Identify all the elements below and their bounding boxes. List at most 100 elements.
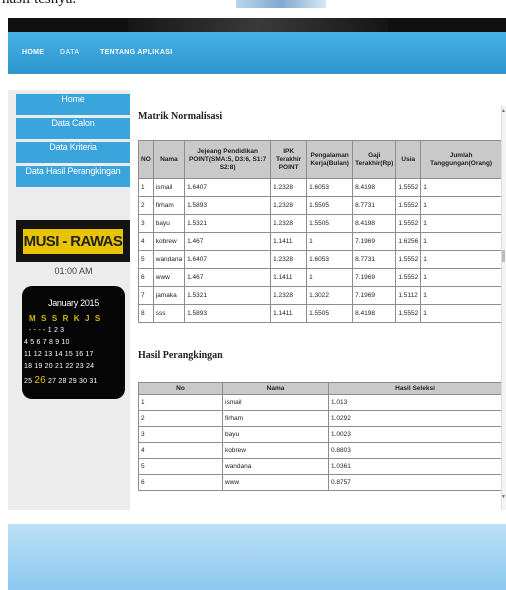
cell: 1.5112 <box>395 286 422 305</box>
nav-bar: HOME DATA TENTANG APLIKASI <box>8 32 506 74</box>
cell: 1 <box>420 304 502 323</box>
sidebar: Home Data Calon Data Kriteria Data Hasil… <box>8 90 131 510</box>
sidebar-menu: Home Data Calon Data Kriteria Data Hasil… <box>16 94 130 204</box>
cell: 1.2328 <box>270 196 308 215</box>
calendar-widget: January 2015 M S S R K J S - - - - 1 2 3… <box>22 286 125 399</box>
nav-data[interactable]: DATA <box>60 49 80 56</box>
cell: 1.0292 <box>328 410 502 427</box>
cell: 1.2328 <box>270 250 308 269</box>
menu-item-data-hasil-perangkingan[interactable]: Data Hasil Perangkingan <box>16 166 130 187</box>
cell: 7.1969 <box>352 268 397 287</box>
cell: bayu <box>222 426 329 443</box>
nav-spacer <box>8 74 506 90</box>
cell: 7.1969 <box>352 232 397 251</box>
cell: ismail <box>152 178 186 197</box>
scroll-down-icon[interactable]: ▼ <box>501 494 506 502</box>
cell: 8.4198 <box>352 304 397 323</box>
cell: 1.5552 <box>395 178 422 197</box>
table-row: 4 kobrew 1.467 1.1411 1 7.1969 1.6256 1 <box>138 232 502 251</box>
cell: kobrew <box>222 442 329 459</box>
ranking-title: Hasil Perangkingan <box>138 350 223 361</box>
menu-item-data-kriteria[interactable]: Data Kriteria <box>16 142 130 163</box>
cell: wandana <box>152 250 186 269</box>
col-header: Nama <box>222 382 329 395</box>
cell: 1.2328 <box>270 214 308 233</box>
top-bar <box>8 18 506 32</box>
cell: 8.4198 <box>352 214 397 233</box>
musi-rawas-badge: MUSI - RAWAS <box>16 220 131 262</box>
cell: 8 <box>138 304 154 323</box>
cell: 8.7731 <box>352 250 397 269</box>
table-row: 1 ismail 1.013 <box>138 394 502 411</box>
menu-item-data-calon[interactable]: Data Calon <box>16 118 130 139</box>
calendar-row: 4 5 6 7 8 9 10 <box>24 339 70 346</box>
table-row: 5 wandana 1.0361 <box>138 458 502 475</box>
col-header: NO <box>138 140 154 179</box>
cell: sss <box>152 304 186 323</box>
nav-home[interactable]: HOME <box>22 49 44 56</box>
calendar-days-before: 25 <box>24 378 35 385</box>
cell: 1.467 <box>184 232 272 251</box>
cell: 1 <box>306 268 354 287</box>
cell: 1.2328 <box>270 178 308 197</box>
table-row: 3 bayu 1.5321 1.2328 1.5505 8.4198 1.5552 1 <box>138 214 502 233</box>
footer-spacer <box>8 510 506 524</box>
cell: 1.5552 <box>395 214 422 233</box>
col-header: Gaji Terakhir(Rp) <box>352 140 397 179</box>
cell: 1 <box>420 214 502 233</box>
calendar-row: - - - - 1 2 3 <box>29 327 65 334</box>
cell: 1.1411 <box>270 268 308 287</box>
cell: 1 <box>138 394 223 411</box>
top-bar-sheen <box>128 18 388 32</box>
cell: 1.0023 <box>328 426 502 443</box>
table-row: 1 ismail 1.6407 1.2328 1.6053 8.4198 1.5552 1 <box>138 178 502 197</box>
cell: 1.5552 <box>395 268 422 287</box>
table-header-row: No Nama Hasil Seleksi <box>138 382 502 395</box>
calendar-title: January 2015 <box>48 298 99 308</box>
cell: 1.0361 <box>328 458 502 475</box>
col-header: Hasil Seleksi <box>328 382 502 395</box>
matrix-title: Matrik Normalisasi <box>138 111 223 122</box>
calendar-days-after: 27 28 29 30 31 <box>45 378 98 385</box>
cell: wandana <box>222 458 329 475</box>
table-row: 5 wandana 1.6407 1.2328 1.6053 8.7731 1.5552 1 <box>138 250 502 269</box>
cell: 1.1411 <box>270 232 308 251</box>
calendar-today: 26 <box>34 375 46 386</box>
col-header: Jejeang Pendidikan POINT(SMA:5, D3:6, S1… <box>184 140 272 179</box>
cell: firham <box>152 196 186 215</box>
cell: 1.5893 <box>184 196 272 215</box>
cell: 1 <box>420 250 502 269</box>
page: hasil tesnya. HOME DATA TENTANG APLIKASI… <box>0 0 506 590</box>
table-row: 2 firham 1.5893 1.2328 1.5505 8.7731 1.5552 1 <box>138 196 502 215</box>
table-row: 6 www 0.8757 <box>138 474 502 491</box>
cell: 1 <box>420 232 502 251</box>
cell: 1.3022 <box>306 286 354 305</box>
scrollbar[interactable] <box>501 106 506 510</box>
scroll-thumb[interactable] <box>502 250 505 262</box>
cell: 1.1411 <box>270 304 308 323</box>
cell: 1.5321 <box>184 214 272 233</box>
cell: 6 <box>138 474 223 491</box>
col-header: Pengalaman Kerja(Bulan) <box>306 140 354 179</box>
nav-tentang-aplikasi[interactable]: TENTANG APLIKASI <box>100 49 172 56</box>
ranking-table: No Nama Hasil Seleksi 1 ismail 1.013 2 firh… <box>138 382 502 491</box>
cell: 3 <box>138 214 154 233</box>
cell: ismail <box>222 394 329 411</box>
scroll-up-icon[interactable]: ▲ <box>501 108 506 116</box>
table-row: 2 firham 1.0292 <box>138 410 502 427</box>
cell: 6 <box>138 268 154 287</box>
cell: 1 <box>420 268 502 287</box>
menu-item-home[interactable]: Home <box>16 94 130 115</box>
cell: 1.5321 <box>184 286 272 305</box>
cell: 1.5552 <box>395 250 422 269</box>
cell: 1.5505 <box>306 196 354 215</box>
col-header: No <box>138 382 223 395</box>
calendar-weekdays: M S S R K J S <box>29 314 102 323</box>
cell: 1.467 <box>184 268 272 287</box>
col-header: Nama <box>152 140 186 179</box>
cell: 4 <box>138 442 223 459</box>
cell: 7.1969 <box>352 286 397 305</box>
cell: 5 <box>138 458 223 475</box>
cell: bayu <box>152 214 186 233</box>
cell: jamaka <box>152 286 186 305</box>
